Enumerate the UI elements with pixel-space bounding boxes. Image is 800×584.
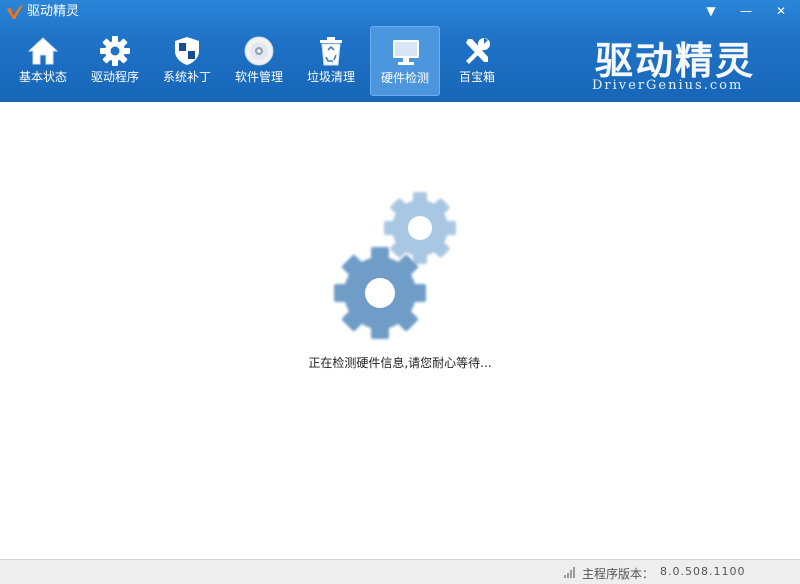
brand-logo: 驱动精灵 DriverGenius.com (590, 30, 770, 96)
main-content: 正在检测硬件信息,请您耐心等待... (0, 102, 800, 559)
tools-icon (466, 38, 490, 64)
brand-name-cn: 驱动精灵 (595, 39, 756, 83)
loading-message: 正在检测硬件信息,请您耐心等待... (308, 356, 492, 370)
shield-icon (175, 37, 199, 65)
signal-icon (564, 567, 575, 578)
tab-basic-status[interactable]: 基本状态 (8, 26, 78, 96)
home-icon (27, 37, 59, 65)
app-title: 驱动精灵 (27, 4, 80, 19)
tab-label: 硬件检测 (380, 71, 429, 85)
version-label: 主程序版本： (582, 567, 655, 581)
tab-junk-cleanup[interactable]: 垃圾清理 (296, 26, 366, 96)
header: 驱动精灵 ▼ — ✕ 基本状态 驱动程序 系统补丁 软件管理 垃圾清理 硬件检测… (0, 0, 800, 102)
menu-button[interactable]: ▼ (700, 2, 722, 20)
large-gear-icon (334, 247, 426, 339)
tab-label: 系统补丁 (162, 70, 211, 84)
title-bar: 驱动精灵 ▼ — ✕ (0, 0, 800, 24)
gear-icon (100, 36, 130, 66)
tab-software-manager[interactable]: 软件管理 (224, 26, 294, 96)
tab-label: 基本状态 (18, 70, 67, 84)
tab-label: 垃圾清理 (306, 70, 355, 84)
version-value: 8.0.508.1100 (660, 565, 746, 578)
status-bar: 主程序版本： 8.0.508.1100 (0, 559, 800, 584)
tab-hardware-detection[interactable]: 硬件检测 (370, 26, 440, 96)
monitor-icon (393, 40, 419, 65)
brand-name-en: DriverGenius.com (592, 78, 744, 93)
app-window: 驱动精灵 ▼ — ✕ 基本状态 驱动程序 系统补丁 软件管理 垃圾清理 硬件检测… (0, 0, 800, 584)
tab-drivers[interactable]: 驱动程序 (80, 26, 150, 96)
loading-gears-icon (334, 192, 456, 339)
tab-system-patches[interactable]: 系统补丁 (152, 26, 222, 96)
small-gear-icon (384, 192, 456, 264)
tab-toolbox[interactable]: 百宝箱 (442, 26, 512, 96)
tab-label: 软件管理 (234, 70, 283, 84)
recycle-bin-icon (320, 37, 342, 66)
app-logo-icon (7, 5, 23, 19)
close-button[interactable]: ✕ (770, 2, 792, 20)
tab-label: 驱动程序 (90, 70, 139, 84)
minimize-button[interactable]: — (735, 2, 757, 20)
disc-icon (244, 36, 274, 66)
tab-label: 百宝箱 (458, 70, 495, 84)
